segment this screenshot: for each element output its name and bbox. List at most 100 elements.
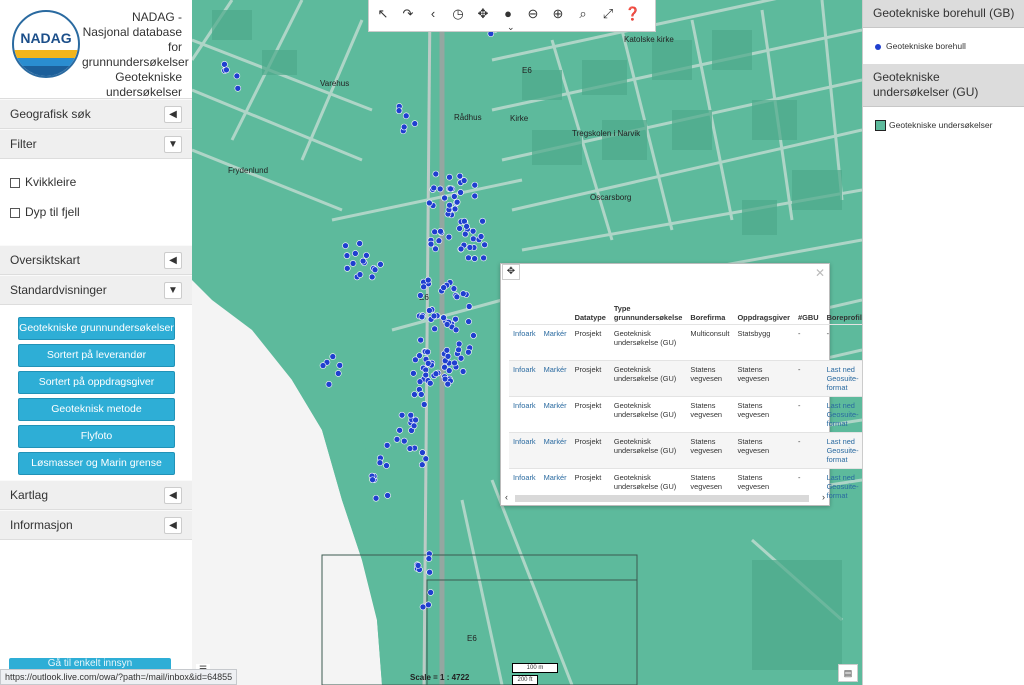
borehole-point[interactable] bbox=[376, 459, 384, 467]
redo-arrow-icon[interactable]: ↷ bbox=[397, 3, 419, 25]
borehole-point[interactable] bbox=[435, 237, 443, 245]
borehole-point[interactable] bbox=[425, 555, 433, 562]
borehole-point[interactable] bbox=[384, 492, 391, 499]
mark-link[interactable]: Markér bbox=[539, 360, 571, 397]
borehole-point[interactable] bbox=[432, 370, 440, 378]
section-standard-views[interactable]: Standardvisninger ▼ bbox=[0, 275, 192, 305]
borehole-point[interactable] bbox=[395, 107, 403, 114]
borehole-point[interactable] bbox=[461, 230, 469, 238]
borehole-point[interactable] bbox=[398, 411, 406, 419]
borehole-point[interactable] bbox=[469, 227, 477, 235]
borehole-point[interactable] bbox=[342, 242, 349, 249]
borehole-point[interactable] bbox=[465, 303, 473, 310]
borehole-point[interactable] bbox=[465, 318, 472, 325]
borehole-point[interactable] bbox=[432, 245, 439, 253]
borehole-point[interactable] bbox=[410, 422, 418, 430]
legend-toggle-icon[interactable]: ▤ bbox=[838, 664, 858, 682]
cell-profile[interactable]: Last ned Geosuite-format bbox=[822, 396, 862, 433]
borehole-point[interactable] bbox=[422, 455, 430, 463]
borehole-point[interactable] bbox=[452, 326, 460, 334]
zoom-in-icon[interactable]: ⊕ bbox=[547, 3, 569, 25]
borehole-point[interactable] bbox=[412, 416, 419, 424]
borehole-point[interactable] bbox=[436, 185, 444, 193]
borehole-point[interactable] bbox=[450, 285, 458, 292]
borehole-point[interactable] bbox=[453, 293, 461, 301]
borehole-point[interactable] bbox=[424, 276, 432, 284]
borehole-point[interactable] bbox=[368, 273, 376, 281]
borehole-point[interactable] bbox=[479, 217, 486, 225]
borehole-point[interactable] bbox=[407, 411, 415, 419]
borehole-point[interactable] bbox=[352, 250, 359, 257]
borehole-point[interactable] bbox=[393, 436, 401, 443]
section-geo-search[interactable]: Geografisk søk ◀ bbox=[0, 99, 192, 129]
borehole-point[interactable] bbox=[471, 255, 478, 262]
borehole-point[interactable] bbox=[471, 181, 479, 189]
borehole-point[interactable] bbox=[424, 348, 431, 356]
std-button-oppdragsgiver[interactable]: Sortert på oppdragsgiver bbox=[18, 371, 175, 394]
checkbox-icon[interactable] bbox=[10, 207, 20, 218]
borehole-point[interactable] bbox=[420, 283, 427, 291]
borehole-point[interactable] bbox=[234, 84, 242, 92]
borehole-point[interactable] bbox=[416, 378, 424, 385]
borehole-point[interactable] bbox=[426, 379, 434, 387]
std-button-flyfoto[interactable]: Flyfoto bbox=[18, 425, 175, 448]
select-arrow-icon[interactable]: ↖ bbox=[372, 3, 394, 25]
borehole-point[interactable] bbox=[424, 360, 432, 367]
borehole-point[interactable] bbox=[425, 601, 432, 609]
borehole-point[interactable] bbox=[343, 252, 351, 259]
borehole-point[interactable] bbox=[325, 381, 333, 388]
checkbox-icon[interactable] bbox=[10, 177, 20, 188]
borehole-point[interactable] bbox=[427, 240, 435, 248]
borehole-point[interactable] bbox=[417, 292, 424, 299]
borehole-point[interactable] bbox=[477, 233, 485, 240]
section-map-layers[interactable]: Kartlag ◀ bbox=[0, 480, 192, 510]
borehole-point[interactable] bbox=[452, 315, 459, 323]
borehole-point[interactable] bbox=[465, 348, 472, 356]
borehole-point[interactable] bbox=[481, 241, 488, 249]
borehole-point[interactable] bbox=[356, 240, 363, 247]
filter-dyp-til-fjell[interactable]: Dyp til fjell bbox=[0, 197, 192, 227]
pan-icon[interactable]: ✥ bbox=[472, 3, 494, 25]
borehole-point[interactable] bbox=[432, 170, 440, 178]
borehole-point[interactable] bbox=[466, 244, 474, 251]
borehole-point[interactable] bbox=[447, 185, 454, 193]
chevron-left-icon[interactable]: ◀ bbox=[164, 517, 182, 534]
borehole-point[interactable] bbox=[456, 225, 463, 232]
borehole-point[interactable] bbox=[411, 391, 418, 398]
chevron-left-icon[interactable]: ◀ bbox=[164, 487, 182, 504]
borehole-point[interactable] bbox=[419, 603, 427, 611]
horizontal-scrollbar[interactable]: ‹ › bbox=[505, 492, 825, 503]
borehole-point[interactable] bbox=[460, 177, 468, 184]
borehole-point[interactable] bbox=[419, 449, 426, 456]
scroll-right-icon[interactable]: › bbox=[822, 492, 825, 502]
borehole-point[interactable] bbox=[457, 189, 464, 196]
cell-profile[interactable]: Last ned Geosuite-format bbox=[822, 468, 862, 504]
info-link[interactable]: Infoark bbox=[509, 432, 540, 469]
borehole-point[interactable] bbox=[329, 353, 337, 360]
borehole-point[interactable] bbox=[465, 254, 472, 262]
borehole-point[interactable] bbox=[402, 112, 410, 120]
borehole-point[interactable] bbox=[400, 123, 408, 131]
borehole-point[interactable] bbox=[349, 260, 357, 267]
borehole-point[interactable] bbox=[457, 245, 465, 253]
borehole-point[interactable] bbox=[319, 362, 327, 369]
borehole-point[interactable] bbox=[445, 367, 453, 374]
borehole-point[interactable] bbox=[440, 284, 447, 291]
borehole-point[interactable] bbox=[223, 66, 230, 74]
borehole-point[interactable] bbox=[440, 314, 447, 322]
borehole-point[interactable] bbox=[437, 228, 444, 235]
borehole-point[interactable] bbox=[417, 336, 424, 344]
borehole-point[interactable] bbox=[221, 61, 228, 68]
borehole-point[interactable] bbox=[426, 307, 433, 314]
scroll-thumb[interactable] bbox=[515, 495, 809, 502]
borehole-point[interactable] bbox=[451, 359, 458, 367]
borehole-point[interactable] bbox=[480, 254, 487, 262]
section-filter[interactable]: Filter ▼ bbox=[0, 129, 192, 159]
borehole-point[interactable] bbox=[422, 371, 430, 379]
borehole-point[interactable] bbox=[343, 265, 351, 272]
borehole-point[interactable] bbox=[455, 346, 462, 354]
borehole-point[interactable] bbox=[418, 391, 425, 398]
map-view[interactable]: Varehus Frydenlund Rådhus Kirke Katolske… bbox=[192, 0, 862, 685]
borehole-point[interactable] bbox=[444, 352, 452, 360]
borehole-point[interactable] bbox=[363, 252, 370, 259]
